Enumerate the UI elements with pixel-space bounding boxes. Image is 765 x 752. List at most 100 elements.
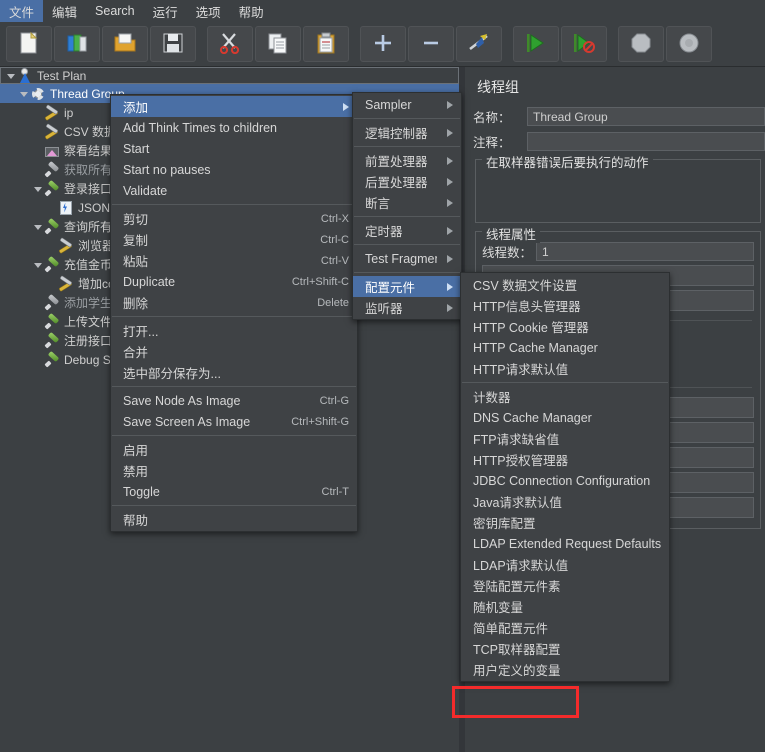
open-folder-button[interactable]: [102, 26, 148, 62]
name-row: 名称： Thread Group: [473, 107, 765, 126]
ctx-duplicate[interactable]: Duplicate Ctrl+Shift-C: [111, 271, 357, 292]
ctx-disable[interactable]: 禁用: [111, 460, 357, 481]
add-assertion[interactable]: 断言: [353, 192, 461, 213]
jmeter-window: 文件 编辑 Search 运行 选项 帮助 Test Plan Thread Group ip…: [0, 0, 765, 752]
name-input[interactable]: Thread Group: [527, 107, 765, 126]
menu-item-label: HTTP信息头管理器: [473, 300, 581, 314]
cfg-ldap-extended-request-defaults[interactable]: LDAP Extended Request Defaults: [461, 533, 669, 554]
ctx-add[interactable]: 添加: [111, 96, 357, 117]
cfg-random-variable[interactable]: 随机变量: [461, 596, 669, 617]
tree-node[interactable]: Test Plan: [0, 67, 459, 84]
expand-plus-button[interactable]: [360, 26, 406, 62]
menu-help[interactable]: 帮助: [230, 0, 273, 23]
start-green-arrow-button[interactable]: [513, 26, 559, 62]
ctx-help[interactable]: 帮助: [111, 509, 357, 530]
thread-count-input[interactable]: 1: [536, 242, 754, 261]
ctx-open[interactable]: 打开...: [111, 320, 357, 341]
menu-separator: [112, 316, 356, 317]
cfg-ldap-request-defaults[interactable]: LDAP请求默认值: [461, 554, 669, 575]
sampler-grey-icon: [44, 295, 61, 311]
menu-item-label: 监听器: [365, 302, 403, 316]
cut-scissors-button[interactable]: [207, 26, 253, 62]
cfg-http-authorization-manager[interactable]: HTTP授权管理器: [461, 449, 669, 470]
sampler-icon: [44, 257, 61, 273]
copy-button[interactable]: [255, 26, 301, 62]
cfg-java-request-defaults[interactable]: Java请求默认值: [461, 491, 669, 512]
add-timer[interactable]: 定时器: [353, 220, 461, 241]
menu-item-label: 用户定义的变量: [473, 664, 561, 678]
menu-run[interactable]: 运行: [144, 0, 187, 23]
add-listener[interactable]: 监听器: [353, 297, 461, 318]
ctx-start[interactable]: Start: [111, 138, 357, 159]
new-file-button[interactable]: [6, 26, 52, 62]
cfg-keystore-configuration[interactable]: 密钥库配置: [461, 512, 669, 533]
tree-expand-toggle-icon[interactable]: [32, 182, 44, 196]
ctx-add-think-times[interactable]: Add Think Times to children: [111, 117, 357, 138]
cfg-http-request-defaults[interactable]: HTTP请求默认值: [461, 358, 669, 379]
ctx-save-screen-as-image[interactable]: Save Screen As Image Ctrl+Shift-G: [111, 411, 357, 432]
ctx-merge[interactable]: 合并: [111, 341, 357, 362]
ctx-save-node-as-image[interactable]: Save Node As Image Ctrl-G: [111, 390, 357, 411]
cfg-http-cache-manager[interactable]: HTTP Cache Manager: [461, 337, 669, 358]
shutdown-button[interactable]: [666, 26, 712, 62]
cfg-http-header-manager[interactable]: HTTP信息头管理器: [461, 295, 669, 316]
ctx-delete[interactable]: 删除 Delete: [111, 292, 357, 313]
cfg-csv-data-set[interactable]: CSV 数据文件设置: [461, 274, 669, 295]
menu-search[interactable]: Search: [86, 2, 144, 20]
config-element-submenu[interactable]: CSV 数据文件设置 HTTP信息头管理器 HTTP Cookie 管理器 HTTP …: [460, 272, 670, 682]
cfg-dns-cache-manager[interactable]: DNS Cache Manager: [461, 407, 669, 428]
add-submenu[interactable]: Sampler 逻辑控制器前置处理器 后置处理器 断言定时器 Test Fragment…: [352, 92, 462, 320]
submenu-arrow-icon: [447, 198, 453, 207]
cfg-login-config-element[interactable]: 登陆配置元件素: [461, 575, 669, 596]
sampler-grey-icon: [44, 162, 61, 178]
cfg-jdbc-connection-configuration[interactable]: JDBC Connection Configuration: [461, 470, 669, 491]
menu-file[interactable]: 文件: [0, 0, 44, 23]
tree-expand-toggle-icon[interactable]: [32, 258, 44, 272]
comment-input[interactable]: [527, 132, 765, 151]
listener-icon: [44, 143, 61, 159]
menu-item-shortcut: Ctrl-V: [320, 254, 349, 267]
menu-edit[interactable]: 编辑: [43, 0, 86, 23]
add-pre-processor[interactable]: 前置处理器: [353, 150, 461, 171]
submenu-arrow-icon: [447, 254, 453, 263]
cfg-ftp-request-defaults[interactable]: FTP请求缺省值: [461, 428, 669, 449]
ctx-start-no-pauses[interactable]: Start no pauses: [111, 159, 357, 180]
collapse-minus-button[interactable]: [408, 26, 454, 62]
toggle-button[interactable]: [456, 26, 502, 62]
cfg-simple-config-element[interactable]: 简单配置元件: [461, 617, 669, 638]
templates-button[interactable]: [54, 26, 100, 62]
tree-expand-toggle-icon[interactable]: [32, 220, 44, 234]
menu-item-label: Save Screen As Image: [123, 414, 251, 429]
stop-button[interactable]: [618, 26, 664, 62]
paste-clipboard-button[interactable]: [303, 26, 349, 62]
menu-item-label: 登陆配置元件素: [473, 580, 561, 594]
menu-options[interactable]: 选项: [187, 0, 230, 23]
ctx-copy[interactable]: 复制 Ctrl-C: [111, 229, 357, 250]
ctx-toggle[interactable]: Toggle Ctrl-T: [111, 481, 357, 502]
add-logic-controller[interactable]: 逻辑控制器: [353, 122, 461, 143]
add-config-element[interactable]: 配置元件: [353, 276, 461, 297]
menu-separator: [462, 382, 668, 383]
save-button[interactable]: [150, 26, 196, 62]
ctx-enable[interactable]: 启用: [111, 439, 357, 460]
add-sampler[interactable]: Sampler: [353, 94, 461, 115]
tree-expand-toggle-icon[interactable]: [5, 69, 17, 83]
add-test-fragment[interactable]: Test Fragment: [353, 248, 461, 269]
cfg-user-defined-variables[interactable]: 用户定义的变量: [461, 659, 669, 680]
ctx-paste[interactable]: 粘贴 Ctrl-V: [111, 250, 357, 271]
panel-title: 线程组: [477, 79, 519, 95]
menu-separator: [112, 386, 356, 387]
start-no-pauses-button[interactable]: [561, 26, 607, 62]
cfg-counter[interactable]: 计数器: [461, 386, 669, 407]
tree-context-menu[interactable]: 添加 Add Think Times to children Start Start …: [110, 94, 358, 532]
add-post-processor[interactable]: 后置处理器: [353, 171, 461, 192]
cfg-http-cookie-manager[interactable]: HTTP Cookie 管理器: [461, 316, 669, 337]
templates-icon: [65, 31, 89, 58]
ctx-cut[interactable]: 剪切 Ctrl-X: [111, 208, 357, 229]
testplan-icon: [17, 68, 34, 84]
cfg-tcp-sampler-config[interactable]: TCP取样器配置: [461, 638, 669, 659]
start-no-pauses-icon: [572, 32, 596, 57]
ctx-save-selection-as[interactable]: 选中部分保存为...: [111, 362, 357, 383]
ctx-validate[interactable]: Validate: [111, 180, 357, 201]
tree-expand-toggle-icon[interactable]: [18, 87, 30, 101]
